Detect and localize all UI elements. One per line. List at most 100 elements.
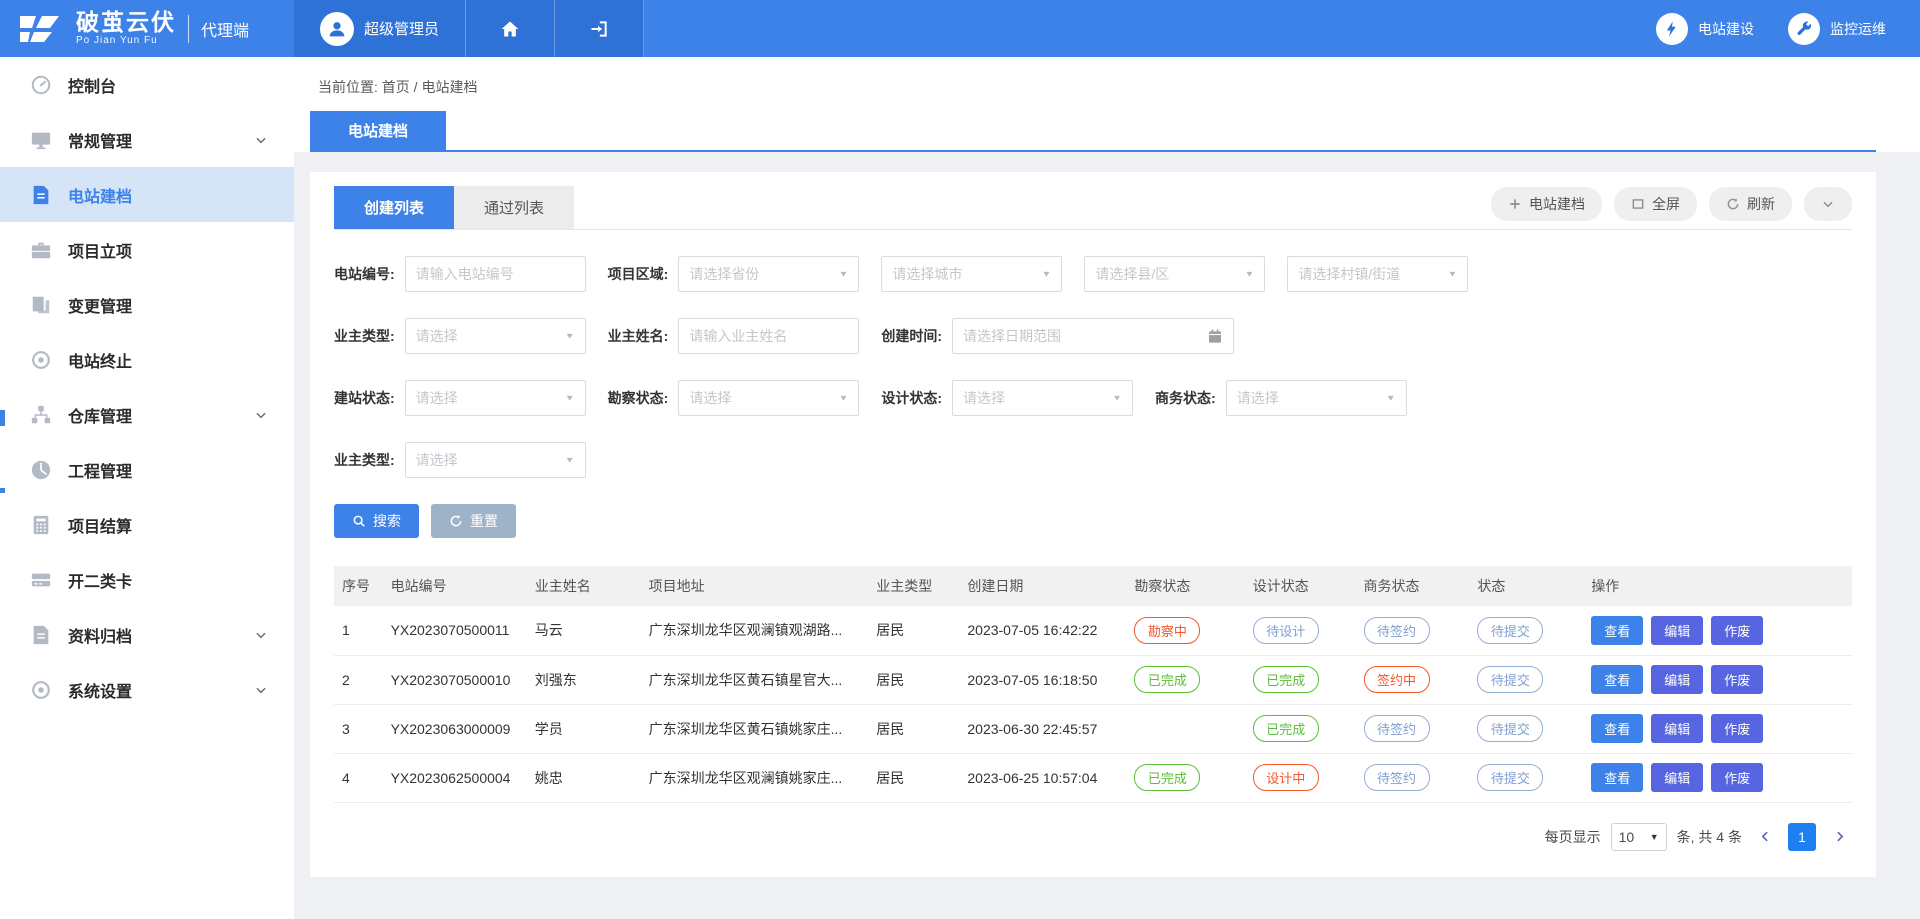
tab-passed-list[interactable]: 通过列表 [454,186,574,229]
column-header: 电站编号 [383,566,527,606]
void-button[interactable]: 作废 [1711,763,1763,792]
lightning-icon [1656,13,1688,45]
logout-button[interactable] [555,0,644,57]
sidebar-item-2[interactable]: 常规管理 [0,112,294,167]
cell-code: YX2023062500004 [383,753,527,802]
sidebar-item-1[interactable]: 控制台 [0,57,294,112]
sidebar-item-9[interactable]: 项目结算 [0,497,294,552]
cell-actions: 查看编辑作废 [1583,606,1852,655]
refresh-button[interactable]: 刷新 [1709,187,1792,221]
breadcrumb-prefix: 当前位置: [318,79,378,95]
sidebar-item-7[interactable]: 仓库管理 [0,387,294,442]
status-badge: 已完成 [1134,764,1200,791]
home-button[interactable] [466,0,555,57]
caret-down-icon: ▼ [1447,270,1457,279]
breadcrumb-home-link[interactable]: 首页 [382,79,410,95]
business-status-select[interactable]: 请选择▼ [1226,380,1407,416]
quick-link-monitor-ops[interactable]: 监控运维 [1788,0,1886,57]
county-select[interactable]: 请选择县/区▼ [1084,256,1265,292]
tab-create-list[interactable]: 创建列表 [334,186,454,229]
village-select[interactable]: 请选择村镇/街道▼ [1287,256,1468,292]
table-row: 3YX2023063000009学员广东深圳龙华区黄石镇姚家庄...居民2023… [334,704,1852,753]
brand-subtitle: Po Jian Yun Fu [76,36,176,47]
sidebar-item-5[interactable]: 变更管理 [0,277,294,332]
create-station-button[interactable]: 电站建档 [1491,187,1602,221]
sidebar-item-12[interactable]: 系统设置 [0,662,294,717]
breadcrumb-separator: / [414,79,418,95]
user-menu[interactable]: 超级管理员 [294,0,466,57]
void-button[interactable]: 作废 [1711,616,1763,645]
edit-button[interactable]: 编辑 [1651,616,1703,645]
edit-button[interactable]: 编辑 [1651,714,1703,743]
cell-type: 居民 [868,753,959,802]
chevron-left-icon [1759,830,1772,843]
sidebar-item-6[interactable]: 电站终止 [0,332,294,387]
sidebar-item-label: 资料归档 [68,623,254,647]
column-header: 业主姓名 [527,566,641,606]
breadcrumb-current: 电站建档 [421,79,477,95]
owner-name-input[interactable] [678,318,859,354]
chevron-down-icon [254,628,268,642]
void-button[interactable]: 作废 [1711,665,1763,694]
page-tab-station-filing[interactable]: 电站建档 [310,111,446,150]
caret-down-icon: ▼ [1112,394,1122,403]
view-button[interactable]: 查看 [1591,763,1643,792]
sidebar-item-3[interactable]: 电站建档 [0,167,294,222]
breadcrumb-band: 当前位置: 首页 / 电站建档 [294,57,1920,97]
column-header: 设计状态 [1245,566,1356,606]
sidebar-item-11[interactable]: 资料归档 [0,607,294,662]
cell-business-status: 待签约 [1356,753,1470,802]
edit-button[interactable]: 编辑 [1651,665,1703,694]
view-button[interactable]: 查看 [1591,665,1643,694]
sidebar-item-4[interactable]: 项目立项 [0,222,294,277]
cell-survey-status: 勘察中 [1126,606,1244,655]
document-icon [30,184,52,206]
cell-business-status: 签约中 [1356,655,1470,704]
owner-type-select[interactable]: 请选择▼ [405,318,586,354]
survey-status-select[interactable]: 请选择▼ [678,380,859,416]
design-status-select[interactable]: 请选择▼ [952,380,1133,416]
void-button[interactable]: 作废 [1711,714,1763,743]
fullscreen-button[interactable]: 全屏 [1614,187,1697,221]
filter-design-status: 设计状态:请选择▼ [881,380,1133,416]
filter-label: 电站编号: [334,264,395,284]
build-status-select[interactable]: 请选择▼ [405,380,586,416]
refresh-icon [1726,197,1740,211]
filter-label: 业主类型: [334,326,395,346]
filter-label: 创建时间: [881,326,942,346]
quick-link-station-build[interactable]: 电站建设 [1656,0,1754,57]
quick-link-label: 电站建设 [1698,19,1754,39]
per-page-select[interactable]: 10 ▼ [1611,823,1667,851]
station-code-input[interactable] [405,256,586,292]
filter-label: 商务状态: [1155,388,1216,408]
caret-down-icon: ▼ [838,394,848,403]
cell-created: 2023-06-25 10:57:04 [959,753,1126,802]
edit-button[interactable]: 编辑 [1651,763,1703,792]
create-time-picker[interactable]: 请选择日期范围 [952,318,1234,354]
collapse-button[interactable] [1804,187,1852,221]
view-button[interactable]: 查看 [1591,714,1643,743]
reset-button[interactable]: 重置 [431,504,516,538]
province-select[interactable]: 请选择省份▼ [678,256,859,292]
main-content: 当前位置: 首页 / 电站建档 电站建档 创建列表 通过列表 电站建档全屏刷新 … [294,57,1920,919]
view-button[interactable]: 查看 [1591,616,1643,645]
city-select[interactable]: 请选择城市▼ [881,256,1062,292]
next-page-button[interactable] [1826,824,1852,850]
cell-owner: 刘强东 [527,655,641,704]
brand: 破茧云伏 Po Jian Yun Fu 代理端 [0,0,294,57]
prev-page-button[interactable] [1752,824,1778,850]
cell-created: 2023-07-05 16:42:22 [959,606,1126,655]
home-icon [500,19,520,39]
sidebar-item-8[interactable]: 工程管理 [0,442,294,497]
page-number-button[interactable]: 1 [1788,823,1816,851]
search-button[interactable]: 搜索 [334,504,419,538]
copy-icon [30,294,52,316]
caret-down-icon: ▼ [1041,270,1051,279]
sidebar-item-10[interactable]: 开二类卡 [0,552,294,607]
brand-logo-icon [18,10,64,48]
owner-type-2-select[interactable]: 请选择▼ [405,442,586,478]
filter-owner-type: 业主类型: 请选择▼ [334,318,586,354]
cell-owner: 学员 [527,704,641,753]
brand-title: 破茧云伏 [76,10,176,34]
archive-icon [30,624,52,646]
